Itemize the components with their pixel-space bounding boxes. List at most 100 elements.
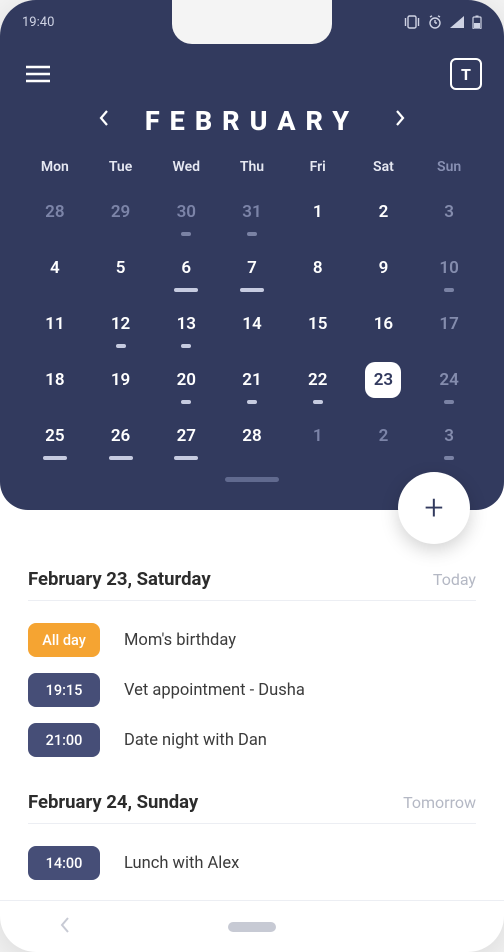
day-number: 4 [37, 250, 73, 286]
menu-button[interactable] [22, 58, 54, 90]
day-number: 23 [365, 362, 401, 398]
calendar-day[interactable]: 23 [351, 361, 417, 399]
calendar-day[interactable]: 2 [351, 193, 417, 231]
day-number: 27 [168, 418, 204, 454]
calendar-day[interactable]: 19 [88, 361, 154, 399]
drag-handle[interactable] [225, 477, 279, 482]
day-number: 28 [37, 194, 73, 230]
calendar-day[interactable]: 22 [285, 361, 351, 399]
chevron-right-icon [395, 110, 405, 126]
day-number: 1 [300, 418, 336, 454]
day-number: 16 [365, 306, 401, 342]
calendar-day[interactable]: 1 [285, 417, 351, 455]
calendar-day[interactable]: 28 [22, 193, 88, 231]
agenda-section-header: February 23, Saturday Today [28, 568, 476, 601]
calendar-day[interactable]: 12 [88, 305, 154, 343]
calendar-day[interactable]: 28 [219, 417, 285, 455]
day-number: 29 [103, 194, 139, 230]
allday-chip: All day [28, 623, 100, 657]
calendar-day[interactable]: 3 [416, 417, 482, 455]
weekday-header: Fri [285, 159, 351, 175]
today-glyph: T [461, 65, 471, 84]
calendar-day[interactable]: 18 [22, 361, 88, 399]
day-number: 9 [365, 250, 401, 286]
event-row[interactable]: 21:00 Date night with Dan [28, 715, 476, 765]
calendar-day[interactable]: 24 [416, 361, 482, 399]
calendar-day[interactable]: 5 [88, 249, 154, 287]
next-month-button[interactable] [387, 102, 413, 139]
plus-icon: + [424, 488, 443, 528]
day-number: 26 [103, 418, 139, 454]
day-number: 18 [37, 362, 73, 398]
day-number: 12 [103, 306, 139, 342]
calendar-day[interactable]: 6 [153, 249, 219, 287]
agenda-relative-label: Tomorrow [403, 793, 476, 812]
calendar-day[interactable]: 30 [153, 193, 219, 231]
agenda-relative-label: Today [433, 570, 476, 589]
agenda-date-title: February 23, Saturday [28, 568, 211, 590]
calendar-day[interactable]: 14 [219, 305, 285, 343]
day-number: 30 [168, 194, 204, 230]
calendar-day[interactable]: 10 [416, 249, 482, 287]
calendar-day[interactable]: 27 [153, 417, 219, 455]
calendar-day[interactable]: 25 [22, 417, 88, 455]
day-number: 3 [431, 194, 467, 230]
weekday-header: Mon [22, 159, 88, 175]
day-number: 21 [234, 362, 270, 398]
event-title: Vet appointment - Dusha [124, 681, 305, 700]
signal-icon [450, 16, 464, 28]
calendar-day[interactable]: 11 [22, 305, 88, 343]
back-button[interactable] [60, 917, 70, 937]
time-chip: 19:15 [28, 673, 100, 707]
calendar-grid: MonTueWedThuFriSatSun2829303112345678910… [22, 159, 482, 455]
event-title: Mom's birthday [124, 631, 236, 650]
vibrate-icon [404, 15, 420, 29]
calendar-day[interactable]: 2 [351, 417, 417, 455]
day-number: 10 [431, 250, 467, 286]
chevron-left-icon [99, 110, 109, 126]
calendar-day[interactable]: 20 [153, 361, 219, 399]
day-number: 25 [37, 418, 73, 454]
day-number: 2 [365, 194, 401, 230]
calendar-day[interactable]: 4 [22, 249, 88, 287]
day-number: 14 [234, 306, 270, 342]
month-label: FEBRUARY [145, 105, 359, 137]
battery-icon [472, 15, 482, 29]
calendar-day[interactable]: 15 [285, 305, 351, 343]
calendar-day[interactable]: 21 [219, 361, 285, 399]
calendar-day[interactable]: 9 [351, 249, 417, 287]
agenda-section-header: February 24, SundayTomorrow [28, 791, 476, 824]
prev-month-button[interactable] [91, 102, 117, 139]
day-number: 28 [234, 418, 270, 454]
agenda-list[interactable]: February 23, Saturday Today All day Mom's b… [0, 510, 504, 888]
day-number: 1 [300, 194, 336, 230]
day-number: 31 [234, 194, 270, 230]
calendar-day[interactable]: 17 [416, 305, 482, 343]
add-event-button[interactable]: + [398, 472, 470, 544]
calendar-day[interactable]: 16 [351, 305, 417, 343]
calendar-day[interactable]: 29 [88, 193, 154, 231]
day-number: 6 [168, 250, 204, 286]
status-time: 19:40 [22, 15, 54, 30]
weekday-header: Thu [219, 159, 285, 175]
event-row[interactable]: 14:00Lunch with Alex [28, 838, 476, 888]
calendar-day[interactable]: 8 [285, 249, 351, 287]
home-pill[interactable] [228, 922, 276, 932]
time-chip: 21:00 [28, 723, 100, 757]
today-button[interactable]: T [450, 58, 482, 90]
day-number: 20 [168, 362, 204, 398]
day-number: 24 [431, 362, 467, 398]
event-row[interactable]: 19:15 Vet appointment - Dusha [28, 665, 476, 715]
calendar-day[interactable]: 26 [88, 417, 154, 455]
calendar-day[interactable]: 1 [285, 193, 351, 231]
calendar-day[interactable]: 7 [219, 249, 285, 287]
calendar-day[interactable]: 13 [153, 305, 219, 343]
calendar-day[interactable]: 31 [219, 193, 285, 231]
status-icons [404, 15, 482, 29]
event-title: Date night with Dan [124, 731, 267, 750]
event-row[interactable]: All day Mom's birthday [28, 615, 476, 665]
system-nav-bar [0, 900, 504, 952]
weekday-header: Wed [153, 159, 219, 175]
day-number: 2 [365, 418, 401, 454]
calendar-day[interactable]: 3 [416, 193, 482, 231]
